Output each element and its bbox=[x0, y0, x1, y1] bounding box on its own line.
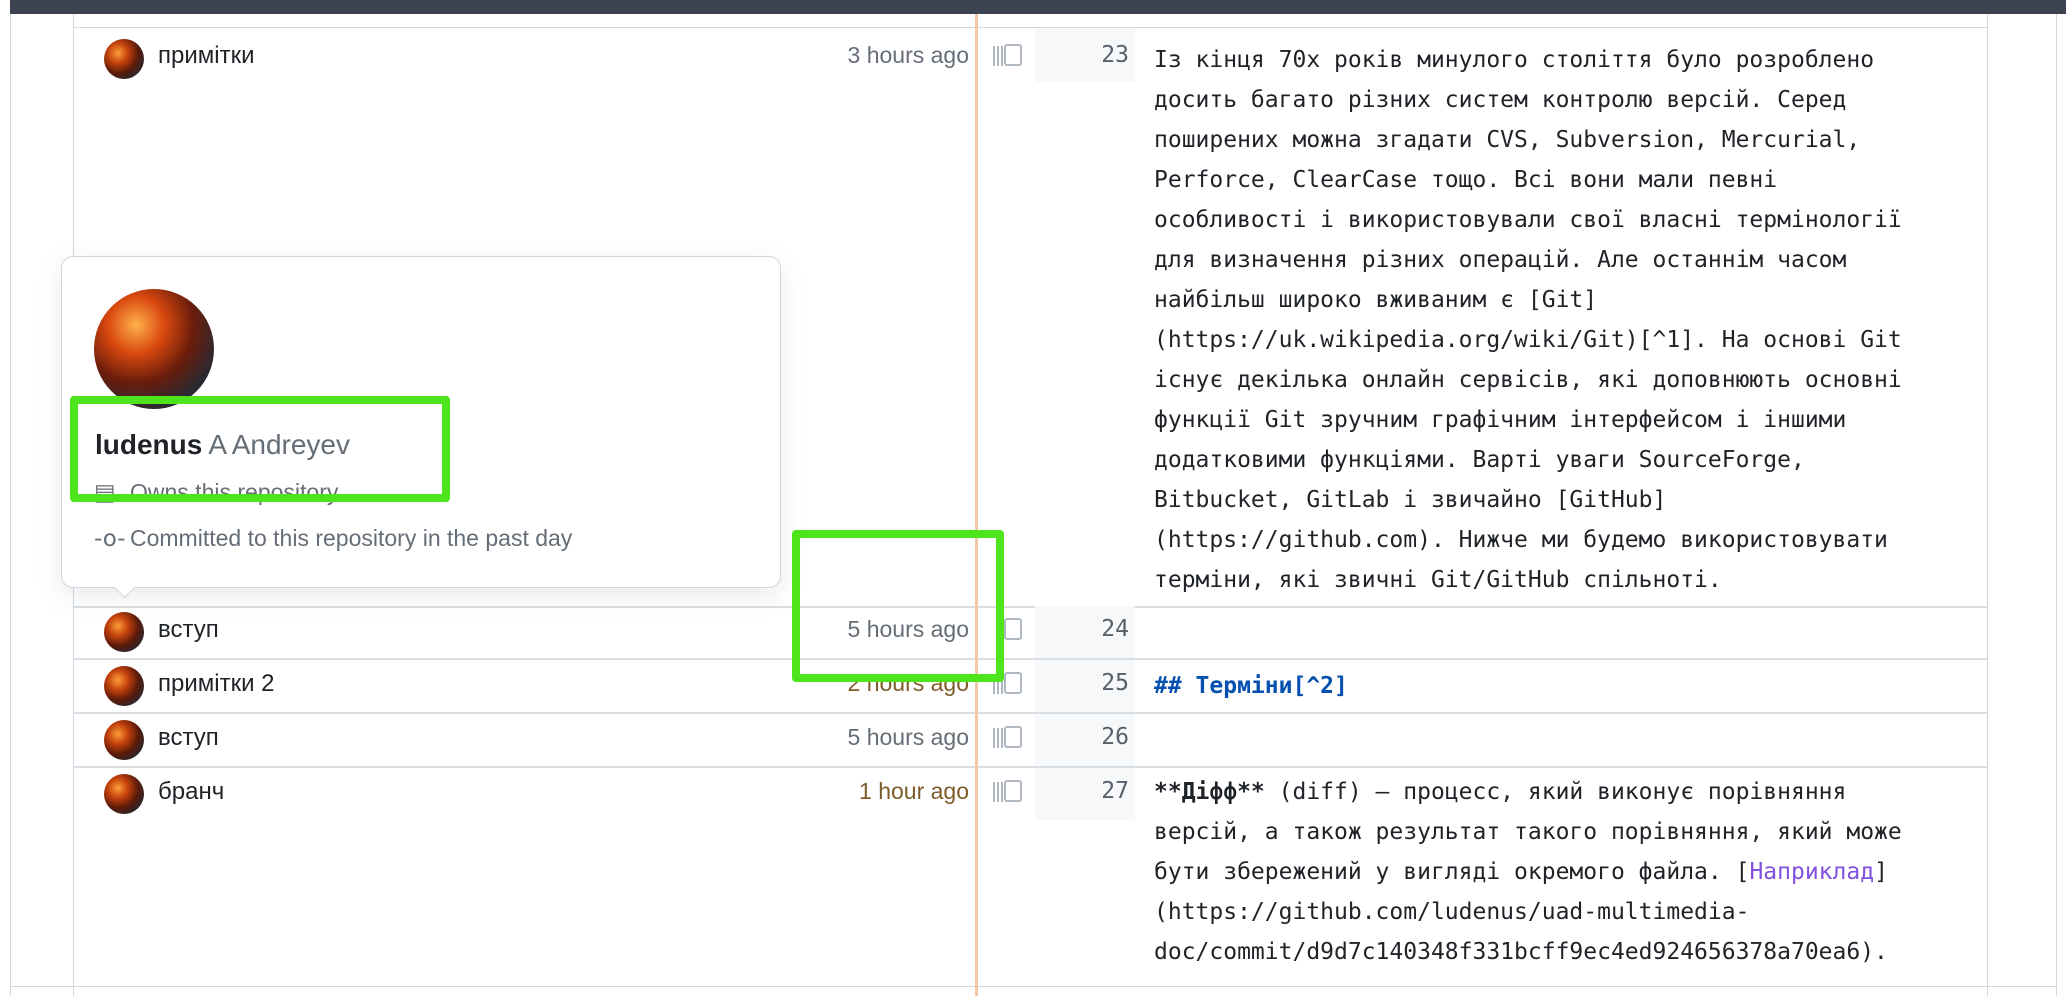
commit-time: 3 hours ago bbox=[847, 42, 969, 68]
view-blame-prior-icon bbox=[1004, 780, 1022, 802]
line-number[interactable]: 24 bbox=[1035, 616, 1129, 642]
reblame-button[interactable] bbox=[992, 776, 1028, 810]
view-blame-prior-icon bbox=[1004, 618, 1022, 640]
blame-row: вступ 5 hours ago 26 bbox=[74, 714, 1987, 768]
avatar[interactable] bbox=[104, 720, 144, 760]
hovercard-avatar[interactable] bbox=[94, 289, 214, 409]
blame-row: вступ 5 hours ago 24 bbox=[74, 606, 1987, 660]
code-line-text: **Діфф** (diff) – процесс, який виконує … bbox=[1154, 779, 1902, 965]
reblame-button[interactable] bbox=[992, 722, 1028, 756]
avatar[interactable] bbox=[104, 39, 144, 79]
commit-message[interactable]: бранч bbox=[158, 778, 224, 806]
blame-age-bar bbox=[975, 14, 978, 996]
avatar[interactable] bbox=[104, 666, 144, 706]
example-link[interactable]: Наприклад bbox=[1749, 859, 1874, 885]
blame-bars-icon bbox=[993, 782, 1003, 802]
line-number[interactable]: 23 bbox=[1035, 42, 1129, 68]
commit-message[interactable]: примітки 2 bbox=[158, 670, 275, 698]
blame-row: примітки 2 2 hours ago 25 ## Терміни[^2] bbox=[74, 660, 1987, 714]
blame-row: бранч 1 hour ago 27 **Діфф** (diff) – пр… bbox=[74, 768, 1987, 986]
code-line-text: ## Терміни[^2] bbox=[1154, 666, 1994, 706]
blame-bars-icon bbox=[993, 728, 1003, 748]
highlight-box-username bbox=[70, 396, 450, 502]
markdown-heading: ## Терміни[^2] bbox=[1154, 673, 1348, 699]
view-blame-prior-icon bbox=[1004, 672, 1022, 694]
commit-message[interactable]: примітки bbox=[158, 42, 254, 70]
blame-bars-icon bbox=[993, 46, 1003, 66]
window-top-bar bbox=[10, 0, 2066, 14]
commit-message[interactable]: вступ bbox=[158, 724, 219, 752]
outer-border-right bbox=[2056, 14, 2057, 996]
git-commit-icon: -o- bbox=[94, 526, 126, 552]
hovercard-committed: -o- Committed to this repository in the p… bbox=[94, 525, 573, 552]
highlight-box-time bbox=[792, 530, 1004, 682]
view-blame-prior-icon bbox=[1004, 726, 1022, 748]
code-line-text: Із кінця 70х років минулого століття бул… bbox=[1154, 47, 1902, 593]
commit-message[interactable]: вступ bbox=[158, 616, 219, 644]
view-blame-prior-icon bbox=[1004, 44, 1022, 66]
commit-time: 1 hour ago bbox=[859, 778, 969, 804]
bold-term: **Діфф** bbox=[1154, 779, 1265, 805]
avatar[interactable] bbox=[104, 612, 144, 652]
avatar[interactable] bbox=[104, 774, 144, 814]
reblame-button[interactable] bbox=[992, 40, 1028, 74]
outer-border-left bbox=[10, 14, 11, 996]
line-number[interactable]: 25 bbox=[1035, 670, 1129, 696]
commit-time: 5 hours ago bbox=[847, 724, 969, 750]
blame-bottom-border bbox=[10, 986, 2056, 987]
line-number[interactable]: 27 bbox=[1035, 778, 1129, 804]
line-number[interactable]: 26 bbox=[1035, 724, 1129, 750]
